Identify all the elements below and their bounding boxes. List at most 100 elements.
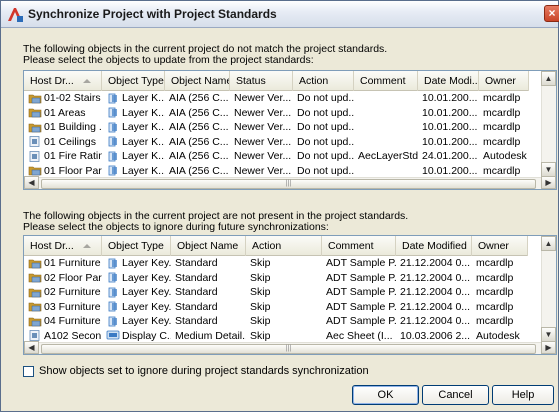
table-row[interactable]: 01 Ceilings Layer K... AIA (256 C... Newer … xyxy=(24,135,529,150)
folder-drawing-icon xyxy=(28,272,44,283)
layer-key-icon xyxy=(106,122,122,133)
layer-key-icon xyxy=(106,165,122,176)
mismatched-objects-table[interactable]: Host Dr... Object Type Object Name Statu… xyxy=(23,70,557,190)
date-modified-cell: 21.12.2004 0... xyxy=(400,286,471,298)
object-type-cell: Layer K... xyxy=(102,106,165,121)
column-header-object-name[interactable]: Object Name xyxy=(165,71,230,91)
object-type-cell-text: Layer K... xyxy=(122,164,165,177)
table-row[interactable]: 02 Furniture Layer Key... Standard Skip ADT … xyxy=(24,285,528,300)
host-drawing-cell: 02 Floor Par... xyxy=(24,271,102,286)
column-header-date-modified[interactable]: Date Modified xyxy=(396,236,472,256)
column-header-object-type[interactable]: Object Type xyxy=(102,71,165,91)
object-type-cell: Layer Key... xyxy=(102,300,171,315)
object-type-cell: Display C... xyxy=(102,329,171,344)
table-row[interactable]: 01 Areas Layer K... AIA (256 C... Newer Ver… xyxy=(24,106,529,121)
status-cell: Newer Ver... xyxy=(234,121,292,133)
action-cell: Do not upd... xyxy=(297,164,354,177)
table-row[interactable]: 02 Floor Par... Layer Key... Standard Skip A… xyxy=(24,271,528,286)
object-type-cell-text: Layer K... xyxy=(122,106,165,119)
table-row[interactable]: 01 Building ... Layer K... AIA (256 C... Ne… xyxy=(24,120,529,135)
table-row[interactable]: A102 Secon... Display C... Medium Detail..… xyxy=(24,329,528,344)
scroll-right-icon[interactable]: ▶ xyxy=(541,341,556,354)
column-header-host-drawing[interactable]: Host Dr... xyxy=(24,71,102,91)
scroll-thumb[interactable]: ||| xyxy=(41,179,536,189)
column-header-object-name[interactable]: Object Name xyxy=(171,236,246,256)
table-row[interactable]: 01 Furniture Layer Key... Standard Skip ADT … xyxy=(24,256,528,271)
scroll-right-icon[interactable]: ▶ xyxy=(541,176,556,189)
scroll-down-icon[interactable]: ▼ xyxy=(541,327,556,342)
action-cell: Skip xyxy=(250,329,271,342)
sort-ascending-icon xyxy=(83,79,91,83)
scroll-up-icon[interactable]: ▲ xyxy=(541,71,556,86)
column-header-status[interactable]: Status xyxy=(230,71,293,91)
action-cell: Do not upd... xyxy=(297,106,354,119)
close-button[interactable]: × xyxy=(544,5,559,22)
column-header-host-drawing[interactable]: Host Dr... xyxy=(24,236,102,256)
host-drawing-cell-text: 02 Furniture xyxy=(44,286,101,298)
owner-cell: Autodesk xyxy=(483,150,527,162)
table-row[interactable]: 01-02 Stairs Layer K... AIA (256 C... Newer… xyxy=(24,91,529,106)
object-name-cell: Standard xyxy=(175,271,218,284)
host-drawing-cell-text: 01 Ceilings xyxy=(44,135,96,148)
vertical-scrollbar[interactable]: ▲ ▼ xyxy=(541,236,556,342)
date-modified-cell: 21.12.2004 0... xyxy=(400,257,471,269)
table-row[interactable]: 03 Furniture Layer Key... Standard Skip ADT … xyxy=(24,300,528,315)
date-modified-cell: 10.03.2006 2... xyxy=(400,329,471,342)
table-row[interactable]: 01 Fire Ratin... Layer K... AIA (256 C... N… xyxy=(24,149,529,164)
host-drawing-cell-text: 04 Furniture xyxy=(44,315,101,327)
column-header-owner[interactable]: Owner xyxy=(479,71,529,91)
date-modified-cell: 10.01.200... xyxy=(422,92,478,104)
object-name-cell: AIA (256 C... xyxy=(169,135,229,148)
owner-cell: mcardlp xyxy=(476,315,514,327)
object-type-cell-text: Layer Key... xyxy=(122,300,171,313)
object-name-cell: Standard xyxy=(175,300,218,313)
column-header-comment[interactable]: Comment xyxy=(322,236,396,256)
scroll-down-icon[interactable]: ▼ xyxy=(541,162,556,177)
column-header-owner[interactable]: Owner xyxy=(472,236,528,256)
table-body: 01 Furniture Layer Key... Standard Skip ADT … xyxy=(24,256,528,343)
host-drawing-cell: 01 Areas xyxy=(24,106,102,121)
column-header-date-modified[interactable]: Date Modi... xyxy=(418,71,479,91)
sheet-drawing-icon xyxy=(28,330,44,342)
horizontal-scrollbar[interactable]: ◀ ||| ▶ xyxy=(24,341,556,354)
host-drawing-cell-text: 01-02 Stairs xyxy=(44,92,101,104)
object-type-cell-text: Layer K... xyxy=(122,135,165,148)
title-bar[interactable]: Synchronize Project with Project Standar… xyxy=(1,1,559,28)
scroll-left-icon[interactable]: ◀ xyxy=(24,176,39,189)
scroll-left-icon[interactable]: ◀ xyxy=(24,341,39,354)
host-drawing-cell-text: 01 Floor Par... xyxy=(44,164,102,177)
host-drawing-cell: 01 Building ... xyxy=(24,120,102,135)
date-modified-cell: 10.01.200... xyxy=(422,121,478,133)
sync-dialog: Synchronize Project with Project Standar… xyxy=(0,0,559,412)
host-drawing-cell: 03 Furniture xyxy=(24,300,102,315)
scroll-up-icon[interactable]: ▲ xyxy=(541,236,556,251)
cancel-button[interactable]: Cancel xyxy=(422,385,489,405)
bottom-instruction-line2: Please select the objects to ignore duri… xyxy=(23,221,329,233)
top-instruction-line2: Please select the objects to update from… xyxy=(23,54,314,66)
date-modified-cell: 10.01.200... xyxy=(422,106,478,119)
host-drawing-cell: 01 Ceilings xyxy=(24,135,102,150)
object-name-cell: AIA (256 C... xyxy=(169,164,229,177)
help-button[interactable]: Help xyxy=(492,385,554,405)
folder-drawing-icon xyxy=(28,93,44,104)
horizontal-scrollbar[interactable]: ◀ ||| ▶ xyxy=(24,176,556,189)
vertical-scrollbar[interactable]: ▲ ▼ xyxy=(541,71,556,177)
host-drawing-cell-text: 01 Areas xyxy=(44,106,86,119)
show-ignored-option[interactable]: Show objects set to ignore during projec… xyxy=(23,365,369,377)
column-header-action[interactable]: Action xyxy=(246,236,322,256)
table-header: Host Dr... Object Type Object Name Actio… xyxy=(24,236,528,256)
column-header-object-type[interactable]: Object Type xyxy=(102,236,171,256)
column-header-action[interactable]: Action xyxy=(293,71,354,91)
host-drawing-cell: 01-02 Stairs xyxy=(24,91,102,106)
table-row[interactable]: 01 Floor Par... Layer K... AIA (256 C... Ne… xyxy=(24,164,529,179)
object-name-cell: AIA (256 C... xyxy=(169,121,229,133)
show-ignored-checkbox[interactable] xyxy=(23,365,34,377)
scroll-thumb[interactable]: ||| xyxy=(41,344,536,354)
host-drawing-cell: 01 Fire Ratin... xyxy=(24,149,102,164)
ok-button[interactable]: OK xyxy=(352,385,419,405)
table-body: 01-02 Stairs Layer K... AIA (256 C... Newer… xyxy=(24,91,529,178)
column-header-comment[interactable]: Comment xyxy=(354,71,418,91)
folder-drawing-icon xyxy=(28,316,44,327)
missing-objects-table[interactable]: Host Dr... Object Type Object Name Actio… xyxy=(23,235,557,355)
table-row[interactable]: 04 Furniture Layer Key... Standard Skip ADT … xyxy=(24,314,528,329)
